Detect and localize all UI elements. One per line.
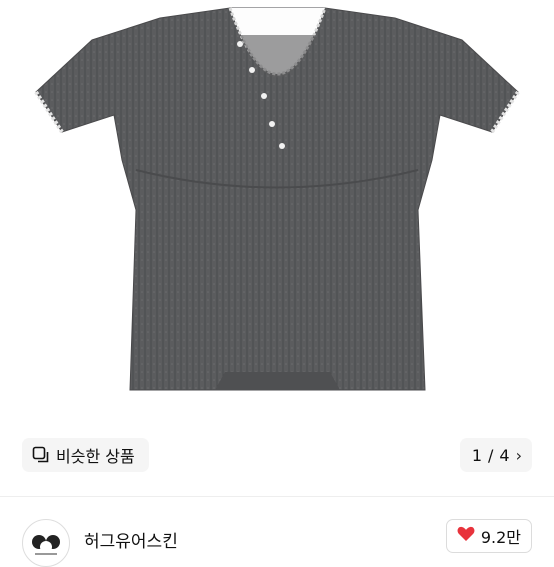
- tshirt-illustration: [34, 7, 520, 391]
- seller-row[interactable]: 허그유어스킨 9.2만: [0, 497, 554, 567]
- page-current: 1: [471, 445, 483, 465]
- page-separator: /: [488, 445, 494, 465]
- similar-items-button[interactable]: 비슷한 상품: [22, 438, 149, 472]
- shop-name[interactable]: 허그유어스킨: [84, 527, 178, 552]
- page-total: 4: [499, 445, 510, 465]
- chevron-right-icon: ›: [515, 445, 522, 465]
- similar-items-icon: [32, 446, 50, 464]
- heart-icon: [457, 526, 475, 546]
- like-count: 9.2만: [480, 528, 521, 547]
- similar-items-label: 비슷한 상품: [56, 447, 135, 466]
- avatar[interactable]: [22, 519, 70, 567]
- product-image[interactable]: [0, 0, 554, 490]
- like-button[interactable]: 9.2만: [445, 519, 532, 553]
- shop-logo: [32, 535, 60, 555]
- image-pager[interactable]: 1 / 4 ›: [459, 438, 532, 472]
